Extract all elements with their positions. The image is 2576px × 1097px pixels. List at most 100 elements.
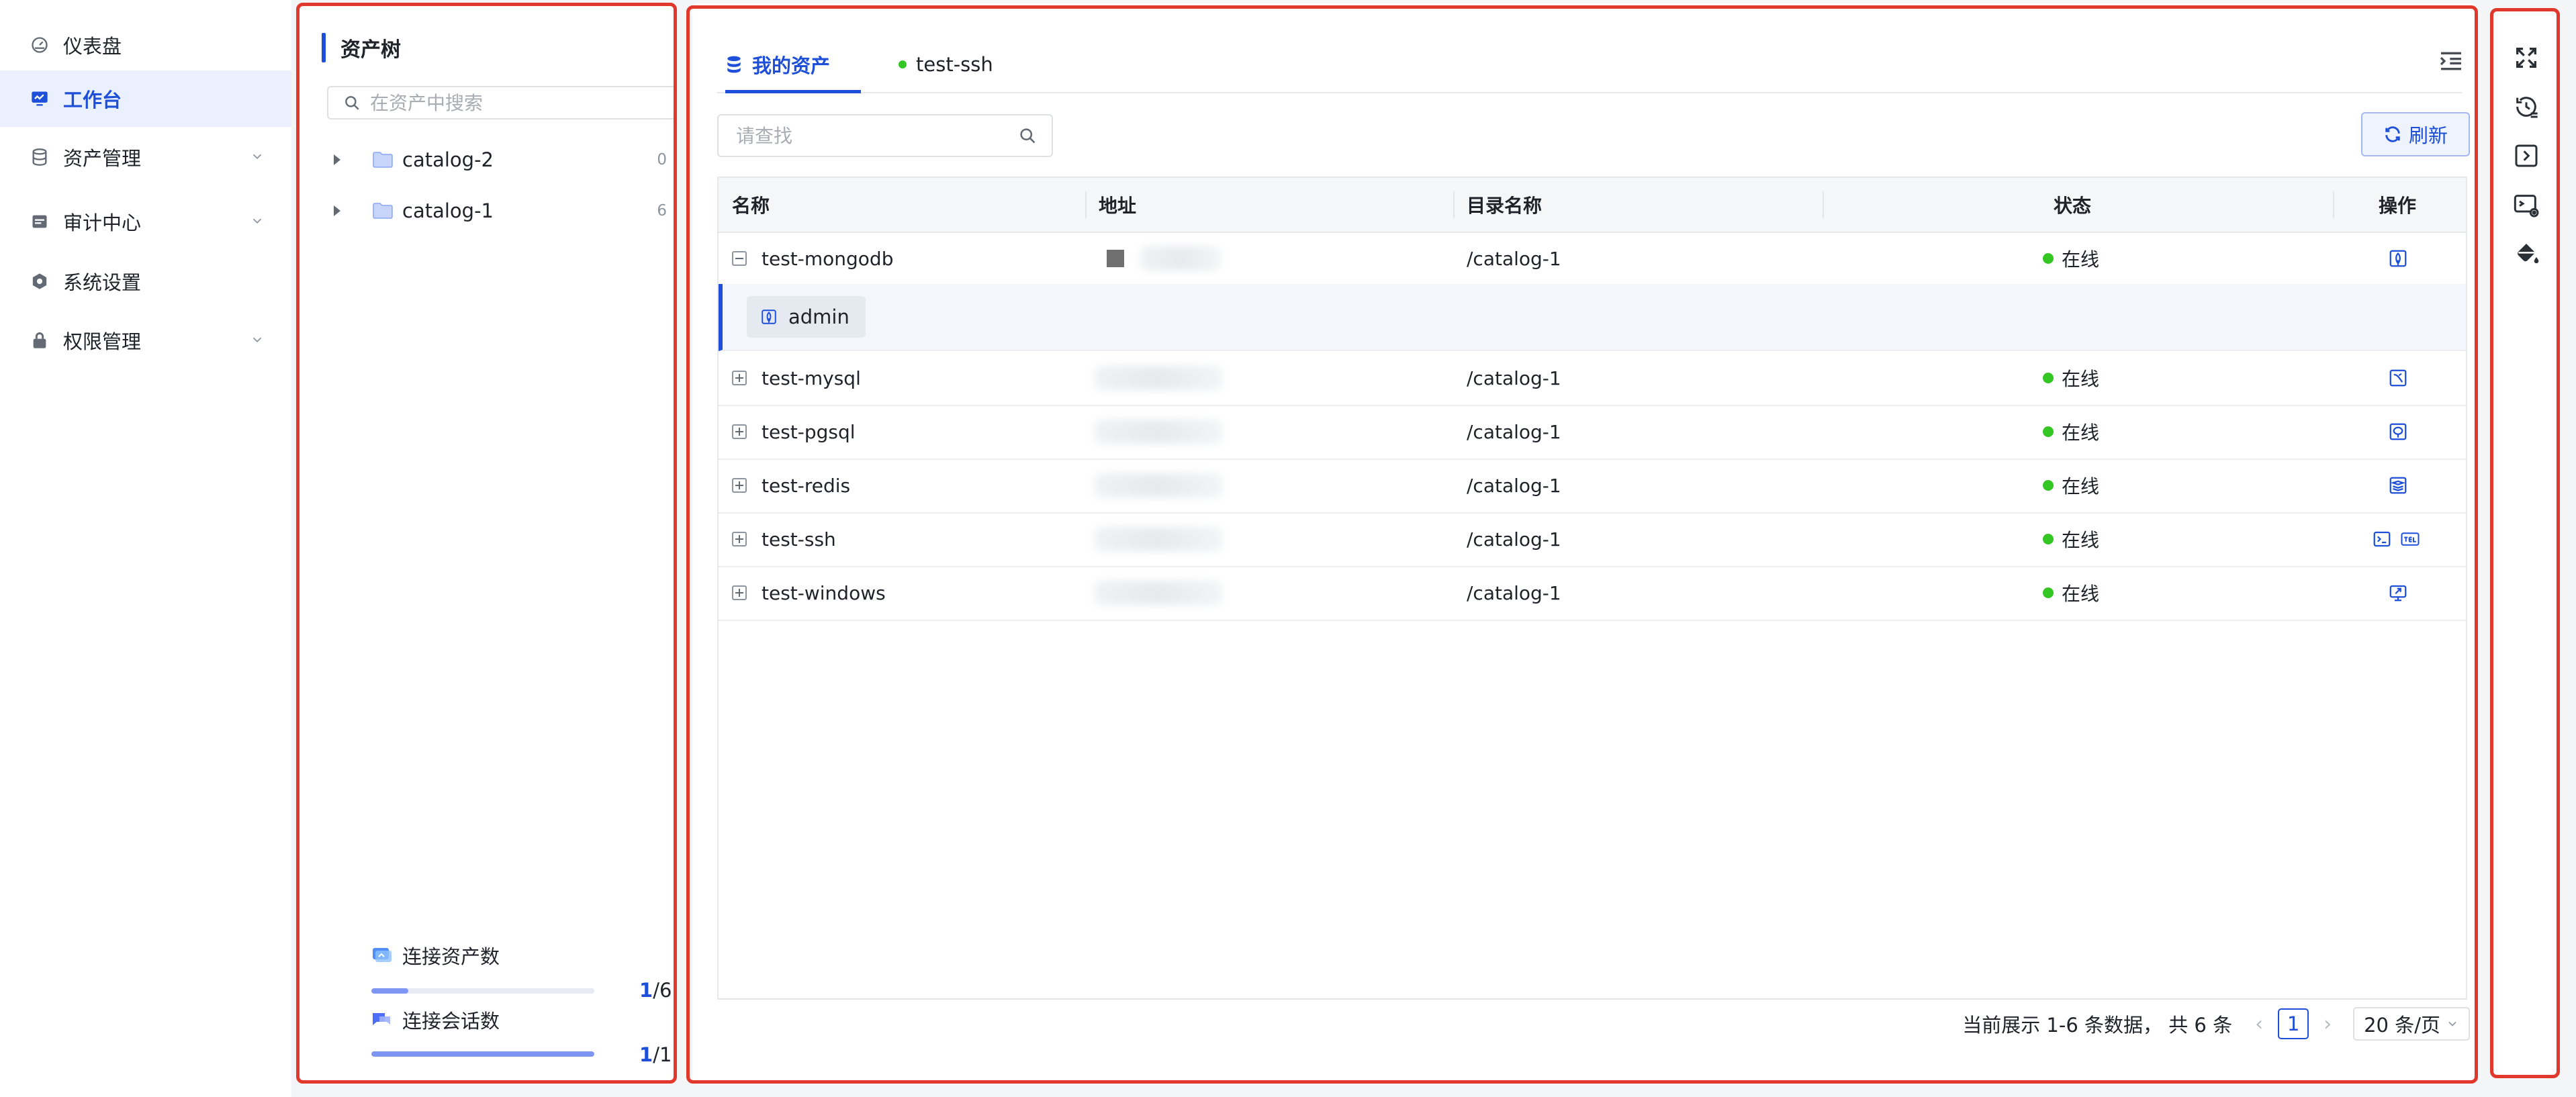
monitor-icon: [373, 948, 392, 962]
nav-item-system-settings[interactable]: 系统设置: [0, 253, 291, 309]
terminal-icon[interactable]: [2372, 529, 2392, 549]
asset-name-cell: test-ssh: [732, 512, 836, 566]
nav-item-asset-management[interactable]: 资产管理: [0, 129, 291, 185]
connected-assets-total: /6: [653, 979, 672, 1002]
address-cell: [1095, 351, 1222, 405]
asset-name: test-redis: [762, 474, 851, 497]
tree-node-catalog-1[interactable]: catalog-1 6: [327, 191, 671, 231]
asset-name: test-mysql: [762, 367, 861, 389]
catalog-cell: /catalog-1: [1467, 528, 1561, 551]
chevron-down-icon: [247, 146, 267, 166]
page-size-value: 20 条/页: [2364, 1014, 2440, 1037]
right-toolbar: [2493, 8, 2560, 1078]
online-status-dot: [2043, 534, 2054, 544]
table-row[interactable]: test-mongodb /catalog-1 在线: [719, 232, 2466, 287]
page-number-button[interactable]: 1: [2278, 1008, 2309, 1039]
collapse-row-icon[interactable]: [732, 251, 747, 266]
address-redacted: [1095, 420, 1222, 444]
history-icon[interactable]: [2513, 93, 2540, 120]
asset-tree-search-input[interactable]: [369, 91, 667, 115]
expand-row-icon[interactable]: [732, 424, 747, 439]
actions-cell: [2368, 512, 2424, 566]
chevron-right-icon[interactable]: ›: [2314, 1012, 2341, 1036]
command-icon[interactable]: [2513, 142, 2540, 169]
status-cell: 在线: [2043, 512, 2099, 566]
account-subrow: admin: [719, 284, 2466, 351]
status-cell: 在线: [2043, 566, 2099, 620]
asset-name: test-ssh: [762, 528, 836, 551]
chat-icon: [373, 1013, 390, 1025]
online-status-dot: [2043, 587, 2054, 598]
address-redacted-square: [1107, 250, 1124, 267]
nav-label: 资产管理: [63, 147, 142, 170]
column-header-catalog: 目录名称: [1467, 195, 1543, 217]
expand-row-icon[interactable]: [732, 478, 747, 493]
tree-node-catalog-2[interactable]: catalog-2 0: [327, 140, 671, 180]
table-row[interactable]: test-windows /catalog-1 在线: [719, 566, 2466, 621]
dashboard-icon: [30, 35, 50, 55]
column-header-address: 地址: [1099, 195, 1137, 217]
mongodb-icon[interactable]: [2388, 248, 2408, 269]
status-cell: 在线: [2043, 351, 2099, 405]
table-row[interactable]: test-mysql /catalog-1 在线: [719, 351, 2466, 406]
nav-item-permission-management[interactable]: 权限管理: [0, 312, 291, 369]
table-row[interactable]: test-redis /catalog-1 在线: [719, 459, 2466, 514]
side-nav: 仪表盘 工作台 资产管理 审计中心 系统设置 权限管理: [0, 0, 291, 1097]
online-status-dot: [2043, 480, 2054, 491]
terminal-settings-icon[interactable]: [2513, 191, 2540, 218]
column-header-status: 状态: [2054, 195, 2092, 217]
connected-assets-fill: [371, 988, 409, 994]
address-redacted: [1095, 581, 1222, 605]
search-icon[interactable]: [1018, 126, 1037, 145]
nav-label: 系统设置: [63, 271, 142, 294]
column-divider: [2333, 191, 2334, 218]
main-panel: 我的资产 test-ssh 刷新 名称 地址 目录名称 状态 操作: [692, 3, 2477, 1082]
address-redacted: [1095, 366, 1222, 390]
connected-sessions-bar: [371, 1051, 594, 1057]
asset-search[interactable]: [717, 114, 1053, 157]
caret-right-icon[interactable]: [334, 205, 340, 216]
connected-assets-value: 1/6: [639, 979, 672, 1002]
account-chip-admin[interactable]: admin: [747, 296, 866, 338]
status-text: 在线: [2062, 422, 2100, 444]
chevron-left-icon[interactable]: ‹: [2246, 1012, 2272, 1036]
expand-row-icon[interactable]: [732, 585, 747, 600]
mongodb-account-icon: [762, 309, 776, 324]
refresh-icon: [2385, 126, 2400, 142]
nav-item-workbench[interactable]: 工作台: [0, 70, 291, 127]
actions-cell: [2384, 405, 2412, 459]
tab-label: test-ssh: [916, 53, 993, 76]
page-size-select[interactable]: 20 条/页: [2353, 1007, 2470, 1041]
expand-row-icon[interactable]: [732, 371, 747, 385]
address-cell: [1107, 232, 1221, 285]
asset-tree-panel: 资产树 catalog-2 0 catalog-1 6: [297, 3, 676, 1082]
paint-bucket-icon[interactable]: [2513, 240, 2540, 267]
tree-node-label: catalog-2: [402, 148, 494, 171]
indent-menu-icon[interactable]: [2438, 48, 2465, 75]
online-status-dot: [899, 60, 907, 68]
expand-row-icon[interactable]: [732, 532, 747, 546]
refresh-button[interactable]: 刷新: [2361, 112, 2470, 156]
status-text: 在线: [2062, 368, 2100, 390]
asset-name-cell: test-redis: [732, 459, 850, 512]
catalog-cell: /catalog-1: [1467, 420, 1561, 443]
table-row[interactable]: test-pgsql /catalog-1 在线: [719, 405, 2466, 460]
asset-search-input[interactable]: [735, 124, 1013, 148]
tab-test-ssh[interactable]: test-ssh: [899, 37, 993, 92]
caret-right-icon[interactable]: [334, 154, 340, 165]
redis-icon[interactable]: [2388, 475, 2408, 495]
actions-cell: [2384, 351, 2412, 405]
nav-item-dashboard[interactable]: 仪表盘: [0, 17, 291, 73]
connected-sessions-label: 连接会话数: [402, 1010, 500, 1033]
telnet-icon[interactable]: [2400, 529, 2420, 549]
mysql-icon[interactable]: [2388, 368, 2408, 388]
postgresql-icon[interactable]: [2388, 422, 2408, 442]
asset-tree-search[interactable]: [327, 86, 676, 120]
connected-assets-bar: [371, 988, 594, 994]
settings-icon: [30, 271, 50, 291]
rdp-icon[interactable]: [2388, 583, 2408, 603]
table-row[interactable]: test-ssh /catalog-1 在线: [719, 512, 2466, 567]
fullscreen-icon[interactable]: [2513, 44, 2540, 71]
nav-item-audit-center[interactable]: 审计中心: [0, 193, 291, 250]
tab-my-assets[interactable]: 我的资产: [725, 37, 862, 93]
